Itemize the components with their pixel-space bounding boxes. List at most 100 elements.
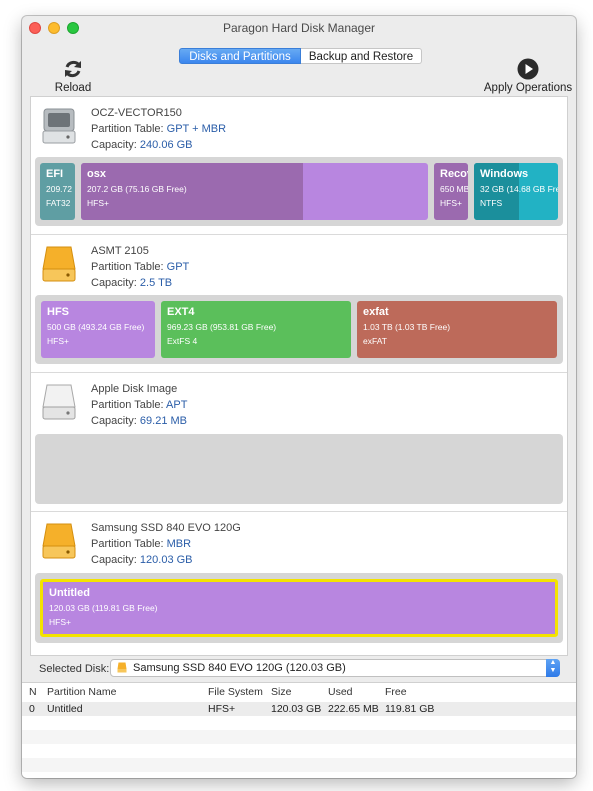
play-icon [517,58,539,80]
tab-backup-and-restore[interactable]: Backup and Restore [301,48,422,64]
divider [31,234,567,235]
selected-disk-popup[interactable]: Samsung SSD 840 EVO 120G (120.03 GB) ▲ ▼ [110,659,560,677]
capacity-line: Capacity: 240.06 GB [91,137,391,153]
column-header-free[interactable]: Free [385,686,407,698]
cell-used: 222.65 MB [328,703,379,715]
partition-table-label: Partition Table: [91,123,164,135]
partition-table-line: Partition Table: APT [91,397,391,413]
column-header-size[interactable]: Size [271,686,291,698]
partition-table-label: Partition Table: [91,399,164,411]
reload-button[interactable]: Reload [52,58,94,94]
hard-drive-orange-icon [42,246,76,282]
capacity-line: Capacity: 2.5 TB [91,275,391,291]
partition-fs: HFS+ [49,617,71,627]
partition-name: EXT4 [167,306,195,318]
partition-efi[interactable]: EFI 209.72 FAT32 [40,163,75,220]
divider [31,372,567,373]
partition-size: 209.72 [46,184,72,194]
partition-fs: HFS+ [47,336,69,346]
partition-fs: HFS+ [440,198,462,208]
disk-name: Samsung SSD 840 EVO 120G [91,522,241,534]
partition-exfat[interactable]: exfat 1.03 TB (1.03 TB Free) exFAT [357,301,557,358]
partition-table-value: MBR [166,538,192,550]
column-header-partition-name[interactable]: Partition Name [47,686,116,698]
partition-name: Windows [480,168,529,180]
selected-disk-value: Samsung SSD 840 EVO 120G (120.03 GB) [133,662,346,674]
window-title: Paragon Hard Disk Manager [222,21,376,35]
partition-table-line: Partition Table: GPT + MBR [91,121,391,137]
partition-size: 500 GB (493.24 GB Free) [47,322,145,332]
partition-name: Untitled [49,587,90,599]
table-row[interactable]: 0 Untitled HFS+ 120.03 GB 222.65 MB 119.… [22,702,576,716]
partition-windows[interactable]: Windows 32 GB (14.68 GB Fre NTFS [474,163,558,220]
partition-fs: exFAT [363,336,387,346]
chevron-up-down-icon: ▲ ▼ [546,659,560,677]
partition-name: HFS [47,306,69,318]
partition-size: 650 MB [440,184,468,194]
partition-fs: HFS+ [87,198,109,208]
partition-map: Untitled 120.03 GB (119.81 GB Free) HFS+ [35,573,563,643]
cell-n: 0 [29,703,35,715]
capacity-line: Capacity: 120.03 GB [91,552,391,568]
capacity-value: 2.5 TB [139,277,173,289]
reload-icon [65,60,81,78]
capacity-label: Capacity: [91,277,137,289]
apply-operations-button[interactable]: Apply Operations [478,58,576,94]
selected-disk-label: Selected Disk: [39,663,110,675]
partition-hfs[interactable]: HFS 500 GB (493.24 GB Free) HFS+ [41,301,155,358]
cell-free: 119.81 GB [385,703,435,715]
selected-disk-row: Selected Disk: Samsung SSD 840 EVO 120G … [22,658,576,682]
partition-untitled-selected[interactable]: Untitled 120.03 GB (119.81 GB Free) HFS+ [40,579,558,637]
capacity-value: 240.06 GB [139,139,193,151]
partition-table-line: Partition Table: MBR [91,536,391,552]
empty-row-stripe [22,730,576,744]
capacity-value: 69.21 MB [139,415,188,427]
partition-table-value: GPT + MBR [166,123,227,135]
cell-partition-name: Untitled [47,703,83,715]
column-header-used[interactable]: Used [328,686,353,698]
partition-ext4[interactable]: EXT4 969.23 GB (953.81 GB Free) ExtFS 4 [161,301,351,358]
partition-name: osx [87,168,106,180]
partition-recovery[interactable]: Recov 650 MB HFS+ [434,163,468,220]
partition-table-label: Partition Table: [91,538,164,550]
cell-size: 120.03 GB [271,703,322,715]
partition-table-value: GPT [166,261,190,273]
disk-list: OCZ-VECTOR150 Partition Table: GPT + MBR… [30,96,568,656]
apply-operations-label: Apply Operations [483,82,573,94]
column-header-file-system[interactable]: File System [208,686,263,698]
tab-disks-and-partitions[interactable]: Disks and Partitions [179,48,301,64]
partition-fs: ExtFS 4 [167,336,198,346]
partition-table-line: Partition Table: GPT [91,259,391,275]
cell-file-system: HFS+ [208,703,236,715]
partition-size: 32 GB (14.68 GB Fre [480,184,558,194]
disk-name: ASMT 2105 [91,245,149,257]
disk-name: Apple Disk Image [91,383,178,395]
capacity-line: Capacity: 69.21 MB [91,413,391,429]
hard-drive-gray-icon [42,108,76,144]
hard-drive-orange-icon [117,662,127,673]
partition-name: exfat [363,306,389,318]
capacity-label: Capacity: [91,415,137,427]
partition-map: EFI 209.72 FAT32 osx 207.2 GB (75.16 GB … [35,157,563,226]
partition-fs: NTFS [480,198,503,208]
partition-name: EFI [46,168,64,180]
partition-size: 1.03 TB (1.03 TB Free) [363,322,451,332]
title-bar: Paragon Hard Disk Manager [22,16,576,40]
hard-drive-orange-icon [42,523,76,559]
partition-size: 969.23 GB (953.81 GB Free) [167,322,277,332]
partition-fs: FAT32 [46,198,71,208]
partition-name: Recov [440,168,468,180]
column-header-n[interactable]: N [29,686,37,698]
partition-osx[interactable]: osx 207.2 GB (75.16 GB Free) HFS+ [81,163,428,220]
disk-name: OCZ-VECTOR150 [91,107,182,119]
partition-table: N Partition Name File System Size Used F… [22,682,576,778]
reload-label: Reload [54,82,92,94]
partition-size: 207.2 GB (75.16 GB Free) [87,184,187,194]
partition-map: HFS 500 GB (493.24 GB Free) HFS+ EXT4 96… [35,295,563,364]
partition-table-value: APT [166,399,188,411]
partition-table-label: Partition Table: [91,261,164,273]
capacity-label: Capacity: [91,554,137,566]
empty-partition-map[interactable] [35,434,563,504]
divider [31,511,567,512]
empty-row-stripe [22,758,576,772]
